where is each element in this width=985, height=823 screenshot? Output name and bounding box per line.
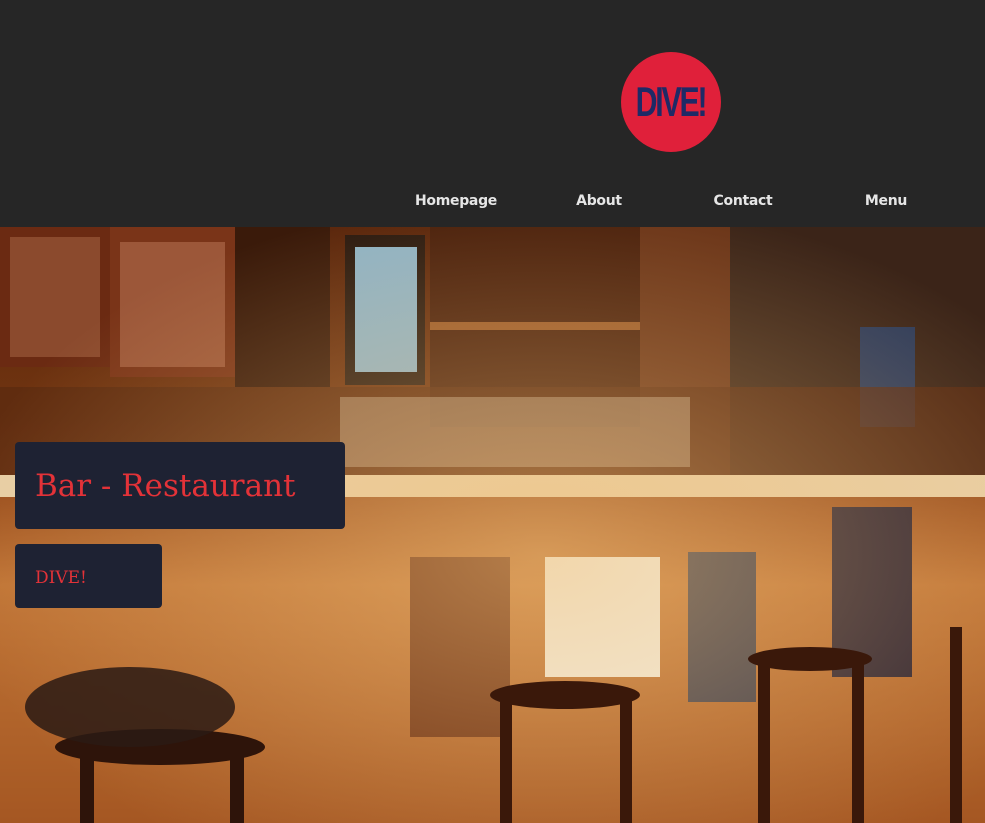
main-nav: Homepage About Contact Menu bbox=[0, 193, 985, 215]
hero-tag-box[interactable]: DIVE! bbox=[15, 544, 162, 608]
hero-title-box: Bar - Restaurant bbox=[15, 442, 345, 529]
site-header: DIVE! Homepage About Contact Menu bbox=[0, 0, 985, 227]
nav-item-homepage[interactable]: Homepage bbox=[415, 193, 497, 209]
logo-text: DIVE! bbox=[636, 78, 708, 125]
hero-tag: DIVE! bbox=[35, 568, 87, 588]
nav-item-contact[interactable]: Contact bbox=[714, 193, 773, 209]
logo[interactable]: DIVE! bbox=[621, 52, 721, 152]
nav-item-menu[interactable]: Menu bbox=[865, 193, 907, 209]
nav-item-about[interactable]: About bbox=[576, 193, 622, 209]
hero-title: Bar - Restaurant bbox=[35, 468, 296, 504]
hero-section: Bar - Restaurant DIVE! bbox=[0, 227, 985, 823]
